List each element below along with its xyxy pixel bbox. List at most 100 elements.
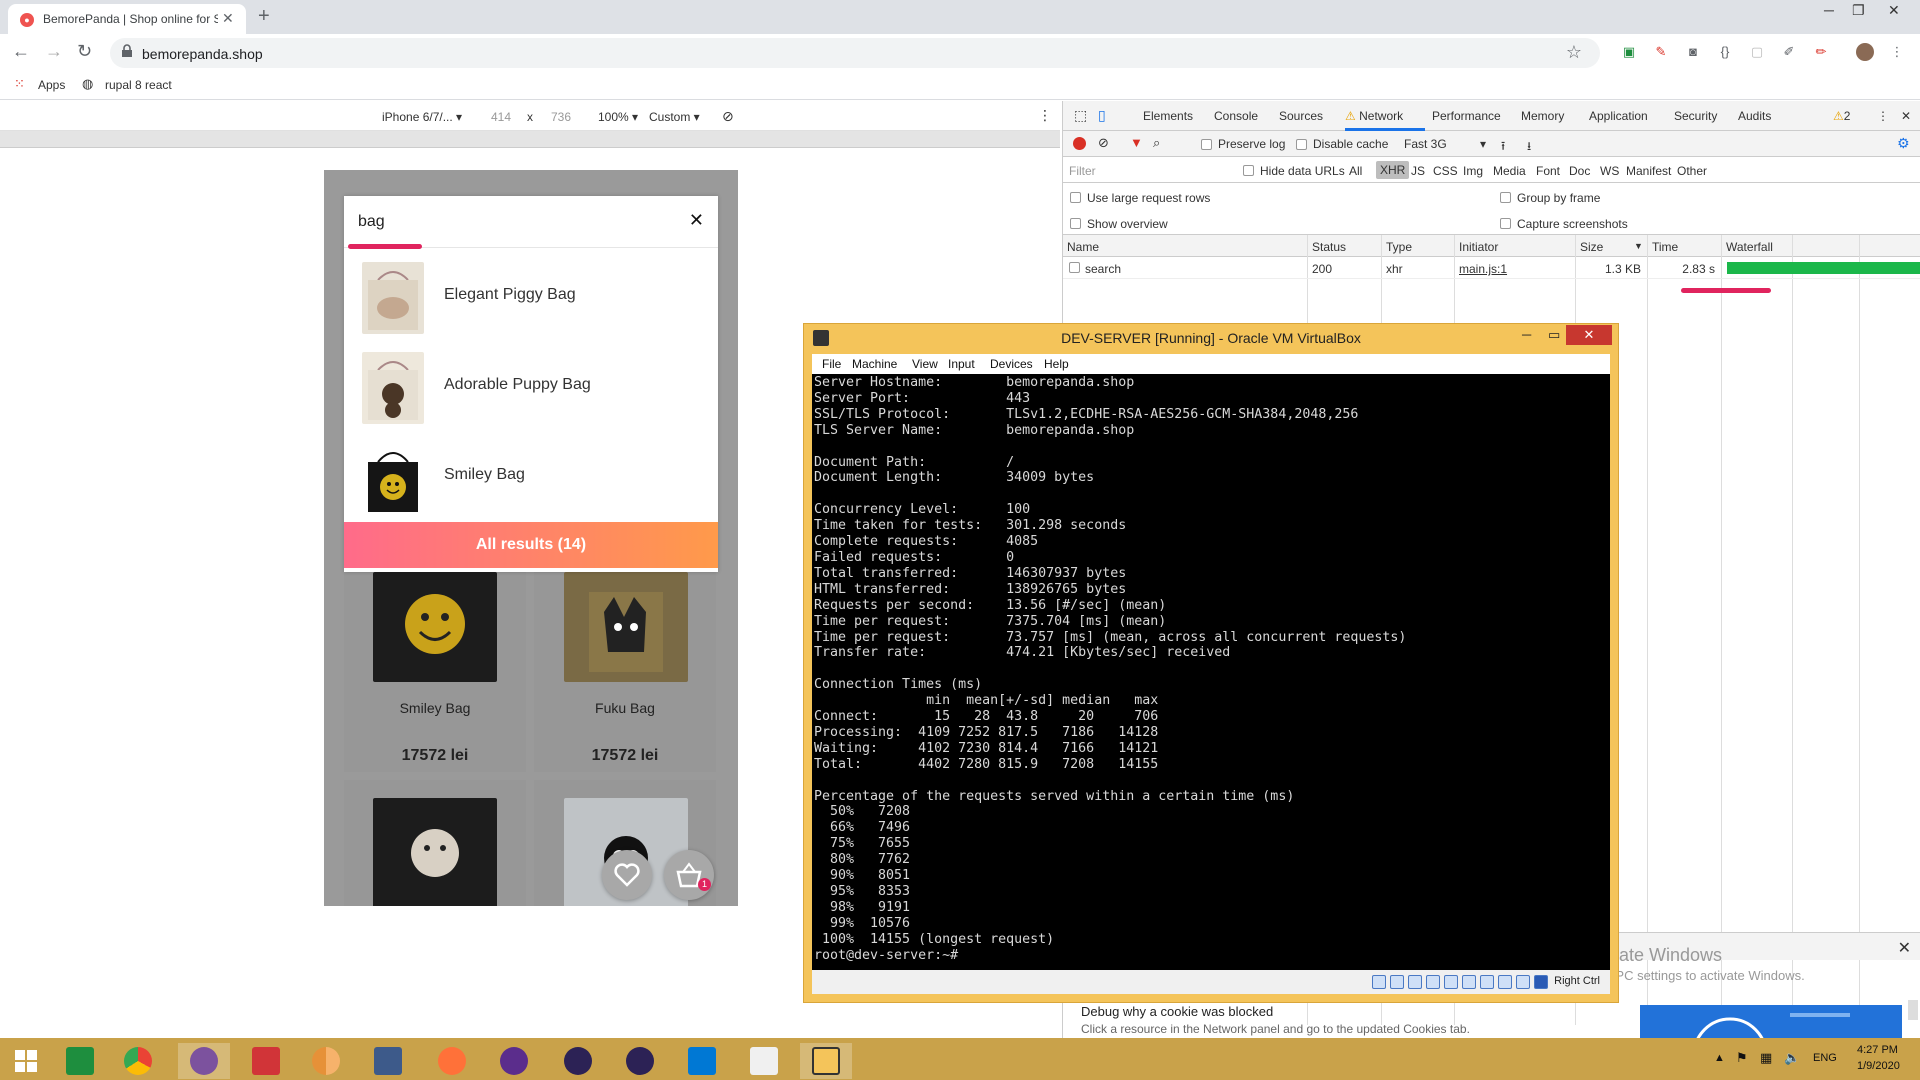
close-window-icon[interactable]: ✕ bbox=[1888, 2, 1900, 19]
show-overview-checkbox[interactable] bbox=[1070, 218, 1081, 229]
vbox-minimize-icon[interactable]: ─ bbox=[1522, 327, 1531, 342]
device-toggle-icon[interactable]: ▯ bbox=[1098, 107, 1106, 124]
taskbar-eclipse[interactable] bbox=[552, 1043, 604, 1079]
profile-avatar[interactable] bbox=[1856, 43, 1874, 61]
clock-date[interactable]: 1/9/2020 bbox=[1857, 1060, 1900, 1072]
hide-data-urls-checkbox[interactable] bbox=[1243, 165, 1254, 176]
minimize-icon[interactable]: ─ bbox=[1824, 2, 1834, 18]
volume-icon[interactable]: 🔈 bbox=[1784, 1050, 1800, 1066]
taskbar-rubik[interactable] bbox=[240, 1043, 292, 1079]
back-icon[interactable]: ← bbox=[12, 41, 30, 62]
preserve-log-checkbox[interactable] bbox=[1201, 139, 1212, 150]
camera-extension-icon[interactable]: ◙ bbox=[1684, 43, 1702, 61]
filter-doc[interactable]: Doc bbox=[1569, 164, 1590, 178]
filter-input[interactable]: Filter bbox=[1069, 164, 1096, 178]
inspect-element-icon[interactable]: ⬚ bbox=[1074, 107, 1087, 124]
menu-input[interactable]: Input bbox=[948, 357, 975, 371]
blank-extension-icon[interactable]: ▢ bbox=[1748, 43, 1766, 61]
settings-gear-icon[interactable]: ⚙ bbox=[1897, 135, 1910, 152]
filter-other[interactable]: Other bbox=[1677, 164, 1707, 178]
drawer-close-icon[interactable]: ✕ bbox=[1898, 938, 1911, 958]
menu-devices[interactable]: Devices bbox=[990, 357, 1033, 371]
suggestion-item[interactable]: Elegant Piggy Bag bbox=[344, 252, 718, 342]
tab-audits[interactable]: Audits bbox=[1738, 109, 1771, 123]
tab-console[interactable]: Console bbox=[1214, 109, 1258, 123]
optical-status-icon[interactable] bbox=[1390, 975, 1404, 989]
tab-network[interactable]: ⚠ Network bbox=[1345, 109, 1403, 123]
json-extension-icon[interactable]: {} bbox=[1716, 43, 1734, 61]
zoom-select[interactable]: 100% ▾ bbox=[598, 110, 638, 124]
product-card[interactable]: Fuku Bag 17572 lei bbox=[534, 572, 716, 772]
restore-icon[interactable]: ❐ bbox=[1852, 2, 1865, 19]
taskbar-vm-running[interactable] bbox=[800, 1043, 852, 1079]
export-har-icon[interactable]: ⭳ bbox=[1527, 137, 1531, 158]
tab-elements[interactable]: Elements bbox=[1143, 109, 1193, 123]
new-tab-icon[interactable]: + bbox=[258, 5, 270, 28]
filter-ws[interactable]: WS bbox=[1600, 164, 1619, 178]
column-size[interactable]: Size bbox=[1580, 240, 1603, 254]
tip-title[interactable]: Debug why a cookie was blocked bbox=[1081, 1004, 1273, 1019]
input-language[interactable]: ENG bbox=[1813, 1052, 1837, 1064]
taskbar-chrome[interactable] bbox=[112, 1043, 164, 1079]
column-time[interactable]: Time bbox=[1652, 240, 1678, 254]
taskbar-explorer[interactable] bbox=[738, 1043, 790, 1079]
clear-icon[interactable]: ⊘ bbox=[1098, 135, 1109, 151]
network-status-icon[interactable] bbox=[1408, 975, 1422, 989]
taskbar-viber[interactable] bbox=[178, 1043, 230, 1079]
drawer-scrollbar[interactable] bbox=[1908, 1000, 1918, 1020]
start-button[interactable] bbox=[0, 1043, 52, 1079]
vt-status-icon[interactable] bbox=[1498, 975, 1512, 989]
filter-css[interactable]: CSS bbox=[1433, 164, 1458, 178]
flag-icon[interactable]: ⚑ bbox=[1736, 1050, 1748, 1066]
bookmark-apps[interactable]: Apps bbox=[38, 78, 65, 92]
tray-overflow-icon[interactable]: ▲ bbox=[1714, 1052, 1725, 1064]
throttle-dropdown[interactable]: Fast 3G ▾ bbox=[1404, 137, 1486, 151]
tab-close-icon[interactable]: ✕ bbox=[222, 10, 234, 27]
device-select[interactable]: iPhone 6/7/... ▾ bbox=[382, 110, 462, 124]
clock-time[interactable]: 4:27 PM bbox=[1857, 1044, 1898, 1056]
taskbar-podcast[interactable] bbox=[488, 1043, 540, 1079]
device-more-icon[interactable]: ⋮ bbox=[1038, 107, 1052, 124]
all-results-button[interactable]: All results (14) bbox=[344, 522, 718, 568]
suggestion-item[interactable]: Smiley Bag bbox=[344, 432, 718, 522]
devtools-close-icon[interactable]: ✕ bbox=[1901, 109, 1911, 123]
eyedropper-extension-icon[interactable]: ✐ bbox=[1780, 43, 1798, 61]
height-field[interactable]: 736 bbox=[551, 110, 571, 124]
product-card[interactable]: Smiley Bag 17572 lei bbox=[344, 572, 526, 772]
search-input[interactable] bbox=[358, 210, 658, 234]
reload-icon[interactable]: ↻ bbox=[77, 41, 92, 62]
hdd-status-icon[interactable] bbox=[1372, 975, 1386, 989]
filter-img[interactable]: Img bbox=[1463, 164, 1483, 178]
taskbar-firefox[interactable] bbox=[426, 1043, 478, 1079]
taskbar-vscode[interactable] bbox=[676, 1043, 728, 1079]
tab-security[interactable]: Security bbox=[1674, 109, 1717, 123]
suggestion-item[interactable]: Adorable Puppy Bag bbox=[344, 342, 718, 432]
taskbar-chrome-canary[interactable] bbox=[300, 1043, 352, 1079]
tab-application[interactable]: Application bbox=[1589, 109, 1648, 123]
request-initiator[interactable]: main.js:1 bbox=[1459, 262, 1507, 276]
bookmark-star-icon[interactable]: ☆ bbox=[1566, 42, 1582, 63]
menu-machine[interactable]: Machine bbox=[852, 357, 897, 371]
record-icon[interactable] bbox=[1073, 137, 1086, 150]
menu-file[interactable]: File bbox=[822, 357, 841, 371]
request-name[interactable]: search bbox=[1085, 262, 1121, 276]
filter-all[interactable]: All bbox=[1349, 164, 1362, 178]
column-initiator[interactable]: Initiator bbox=[1459, 240, 1498, 254]
filter-js[interactable]: JS bbox=[1411, 164, 1425, 178]
mouse-status-icon[interactable] bbox=[1516, 975, 1530, 989]
capture-status-icon[interactable] bbox=[1480, 975, 1494, 989]
marker-extension-icon[interactable]: ✏ bbox=[1812, 43, 1830, 61]
vbox-titlebar[interactable]: DEV-SERVER [Running] - Oracle VM Virtual… bbox=[804, 324, 1618, 350]
menu-view[interactable]: View bbox=[912, 357, 938, 371]
filter-funnel-icon[interactable]: ▼ bbox=[1130, 135, 1143, 150]
width-field[interactable]: 414 bbox=[491, 110, 511, 124]
large-rows-checkbox[interactable] bbox=[1070, 192, 1081, 203]
taskbar-store[interactable] bbox=[54, 1043, 106, 1079]
forward-icon[interactable]: → bbox=[45, 41, 63, 62]
close-search-icon[interactable]: ✕ bbox=[689, 210, 704, 231]
wishlist-button[interactable] bbox=[602, 850, 652, 900]
vbox-close-button[interactable]: ✕ bbox=[1566, 325, 1612, 345]
pen-extension-icon[interactable]: ✎ bbox=[1652, 43, 1670, 61]
vm-console[interactable]: Server Hostname: bemorepanda.shop Server… bbox=[812, 374, 1610, 970]
filter-xhr[interactable]: XHR bbox=[1376, 161, 1410, 179]
